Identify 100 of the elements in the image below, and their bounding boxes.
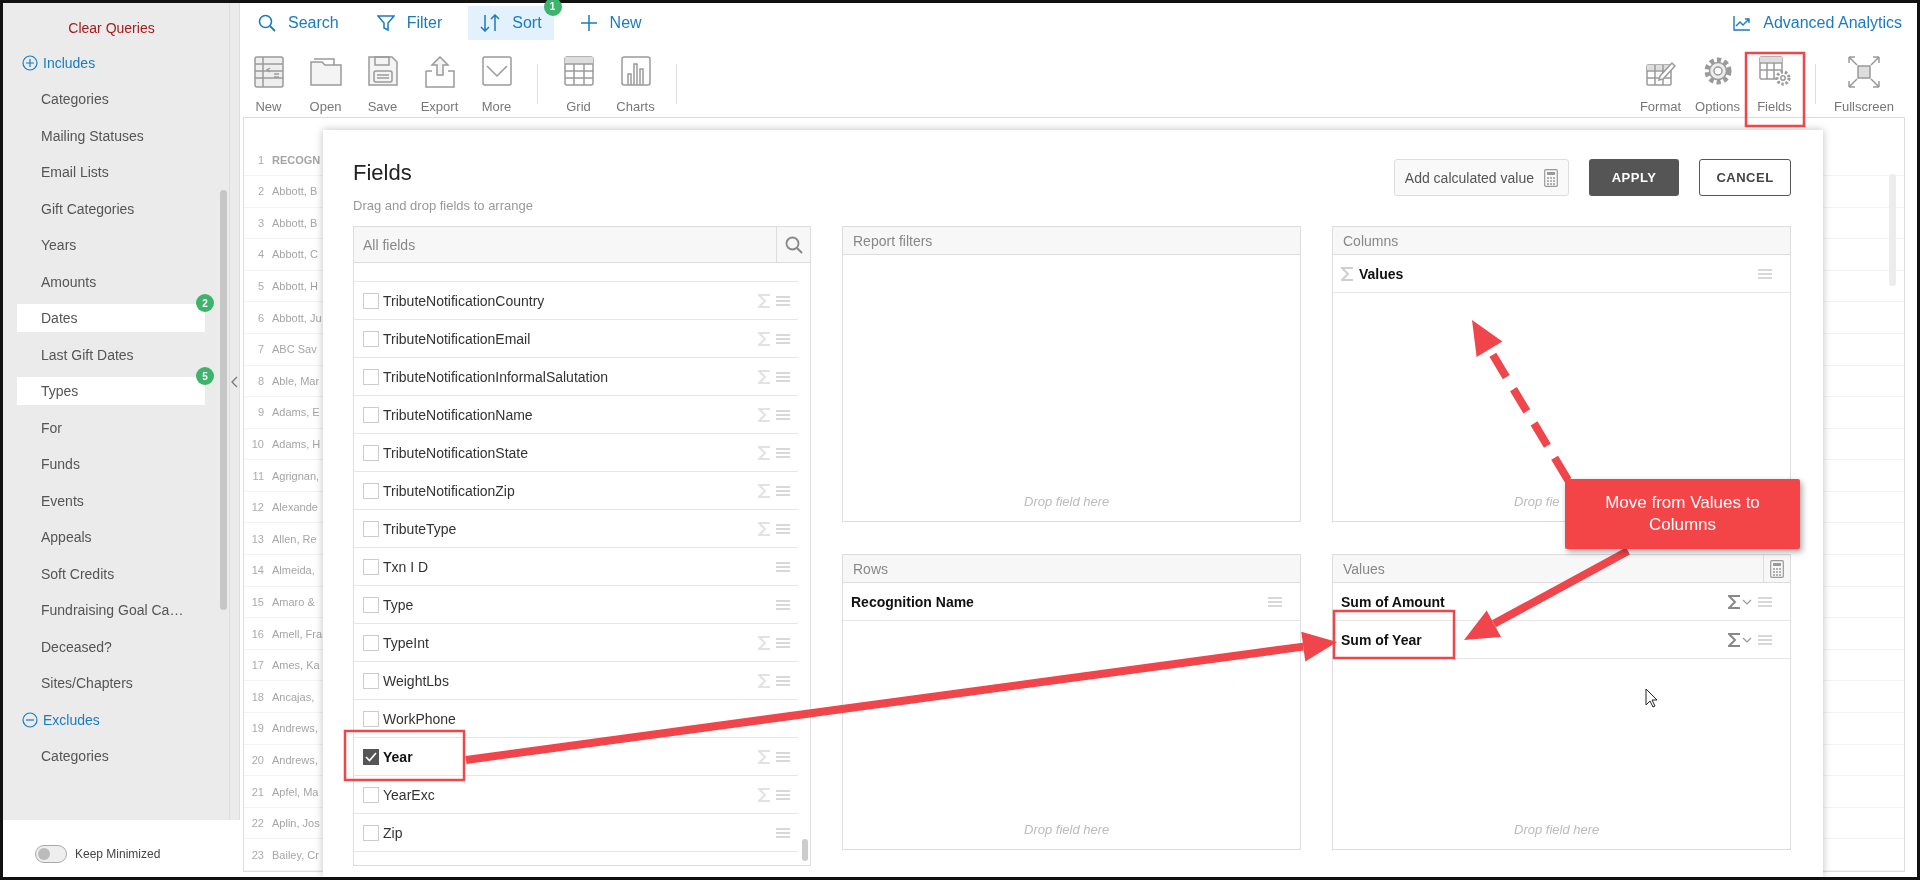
table-cell: ABC Sav: [272, 343, 317, 356]
row-number: 16: [250, 627, 264, 640]
drop-hint: Drop field here: [1023, 494, 1110, 511]
section-toggle[interactable]: Includes: [3, 45, 96, 81]
toolbar-button[interactable]: Fields: [1746, 55, 1803, 114]
field-label: Recognition Name: [851, 593, 974, 610]
field-name: Type: [383, 596, 415, 613]
toolbar-button[interactable]: Format: [1632, 55, 1689, 114]
table-cell: Aplin, Jos: [272, 817, 320, 830]
pointer-icon: [1645, 688, 1658, 708]
sidebar-item[interactable]: Deceased?: [17, 632, 205, 661]
field-name: YearExc: [383, 786, 436, 803]
calculator-icon: [1544, 168, 1558, 187]
toolbar-button[interactable]: Options: [1689, 55, 1746, 114]
toolbar-button[interactable]: Charts: [607, 55, 664, 114]
drop-hint: Drop field here: [1023, 822, 1110, 839]
sidebar-item[interactable]: Fundraising Goal Ca…: [17, 596, 205, 624]
sidebar-item[interactable]: Gift Categories: [17, 194, 205, 223]
search-icon: [784, 235, 803, 254]
sidebar-item[interactable]: Amounts: [17, 267, 205, 296]
scrollbar-thumb[interactable]: [802, 839, 808, 861]
field-label: Sum of Year: [1341, 631, 1422, 648]
panel-title: Columns: [1342, 232, 1400, 249]
collapse-icon[interactable]: [231, 375, 238, 388]
sidebar-item[interactable]: Email Lists: [17, 158, 205, 186]
nav-link[interactable]: Search: [246, 5, 351, 40]
sidebar-item[interactable]: Funds: [17, 450, 205, 478]
panel-title: Rows: [852, 560, 889, 577]
table-cell: Amaro &: [272, 595, 315, 608]
sidebar-item[interactable]: Mailing Statuses: [17, 121, 205, 150]
sidebar-item[interactable]: Categories: [17, 741, 205, 770]
row-number: 2: [256, 185, 264, 198]
table-cell: Abbott, B: [272, 216, 318, 229]
toolbar-button[interactable]: Fullscreen: [1828, 55, 1900, 114]
table-cell: Abbott, Ju: [272, 311, 322, 324]
table-cell: Abbott, B: [272, 185, 318, 198]
drag-handle-icon: [1758, 634, 1772, 645]
row-number: 6: [256, 311, 264, 324]
search-icon: [258, 13, 276, 32]
table-cell: Allen, Re: [272, 532, 317, 545]
toolbar-button[interactable]: Save: [354, 55, 411, 114]
table-cell: Abbott, H: [272, 280, 318, 292]
sidebar-item[interactable]: Soft Credits: [17, 559, 205, 588]
cancel-button[interactable]: CANCEL: [1699, 159, 1791, 196]
table-cell: Agrignan,: [272, 469, 320, 482]
row-number: 5: [256, 280, 264, 292]
row-number: 20: [250, 753, 264, 766]
row-number: 1: [256, 153, 264, 166]
toolbar-button[interactable]: Open: [297, 55, 354, 114]
sidebar-item[interactable]: Categories: [17, 85, 205, 113]
sigma-icon: [1341, 266, 1353, 281]
dialog-subtitle: Drag and drop fields to arrange: [353, 198, 534, 213]
count-badge: 5: [196, 367, 214, 385]
row-number: 17: [250, 659, 264, 672]
nav-link[interactable]: Filter: [364, 5, 455, 40]
sidebar-item[interactable]: Events: [17, 486, 205, 515]
sigma-dropdown-icon[interactable]: [1728, 632, 1752, 647]
field-name: TributeNotificationName: [383, 406, 534, 423]
scrollbar-thumb[interactable]: [220, 190, 227, 610]
table-cell: Abbott, C: [272, 248, 318, 261]
sidebar-item[interactable]: Appeals: [17, 523, 205, 551]
table-cell: Bailey, Cr: [272, 848, 319, 861]
field-name: Year: [383, 748, 414, 765]
drop-hint: Drop field here: [1513, 822, 1600, 839]
toolbar-button[interactable]: More: [468, 55, 525, 114]
field-label: Sum of Amount: [1341, 593, 1445, 610]
panel-title: Values: [1342, 560, 1386, 577]
panel-title: Report filters: [852, 232, 934, 249]
callout: Move from Values to Columns: [1565, 479, 1800, 549]
advanced-analytics-link[interactable]: Advanced Analytics: [1733, 13, 1902, 32]
sidebar-item[interactable]: Last Gift Dates: [17, 340, 205, 369]
folder-icon: [309, 55, 342, 86]
row-number: 10: [250, 438, 264, 450]
clear-queries-link[interactable]: Clear Queries: [68, 11, 155, 45]
calculator-icon: [1770, 559, 1784, 578]
nav-link[interactable]: New: [567, 5, 654, 40]
table-cell: Almeida,: [272, 564, 315, 577]
toolbar-button[interactable]: New: [240, 55, 297, 114]
bar-chart-icon: [620, 55, 651, 86]
field-name: TributeNotificationInformalSalutation: [383, 368, 610, 385]
section-toggle[interactable]: Excludes: [3, 701, 100, 738]
sigma-dropdown-icon[interactable]: [1728, 594, 1752, 609]
chevron-down-icon: [481, 55, 512, 86]
toolbar-button[interactable]: Export: [411, 55, 468, 114]
toolbar-button[interactable]: Grid: [550, 55, 607, 114]
table-cell: Ames, Ka: [272, 659, 320, 672]
sort-icon: [480, 13, 501, 32]
sidebar-item[interactable]: Years: [17, 231, 205, 259]
add-calculated-value-button[interactable]: Add calculated value: [1393, 159, 1569, 196]
drag-handle-icon: [1268, 596, 1282, 607]
row-number: 11: [251, 469, 264, 482]
sidebar-item[interactable]: For: [17, 413, 205, 442]
list-title: All fields: [362, 235, 417, 255]
checkbox[interactable]: [363, 748, 379, 765]
table-cell: Adams, E: [272, 406, 320, 419]
toggle-switch[interactable]: [35, 844, 67, 863]
sidebar-item[interactable]: Sites/Chapters: [17, 669, 205, 697]
field-name: WeightLbs: [383, 672, 450, 689]
upload-icon: [424, 55, 455, 88]
apply-button[interactable]: APPLY: [1589, 159, 1679, 196]
